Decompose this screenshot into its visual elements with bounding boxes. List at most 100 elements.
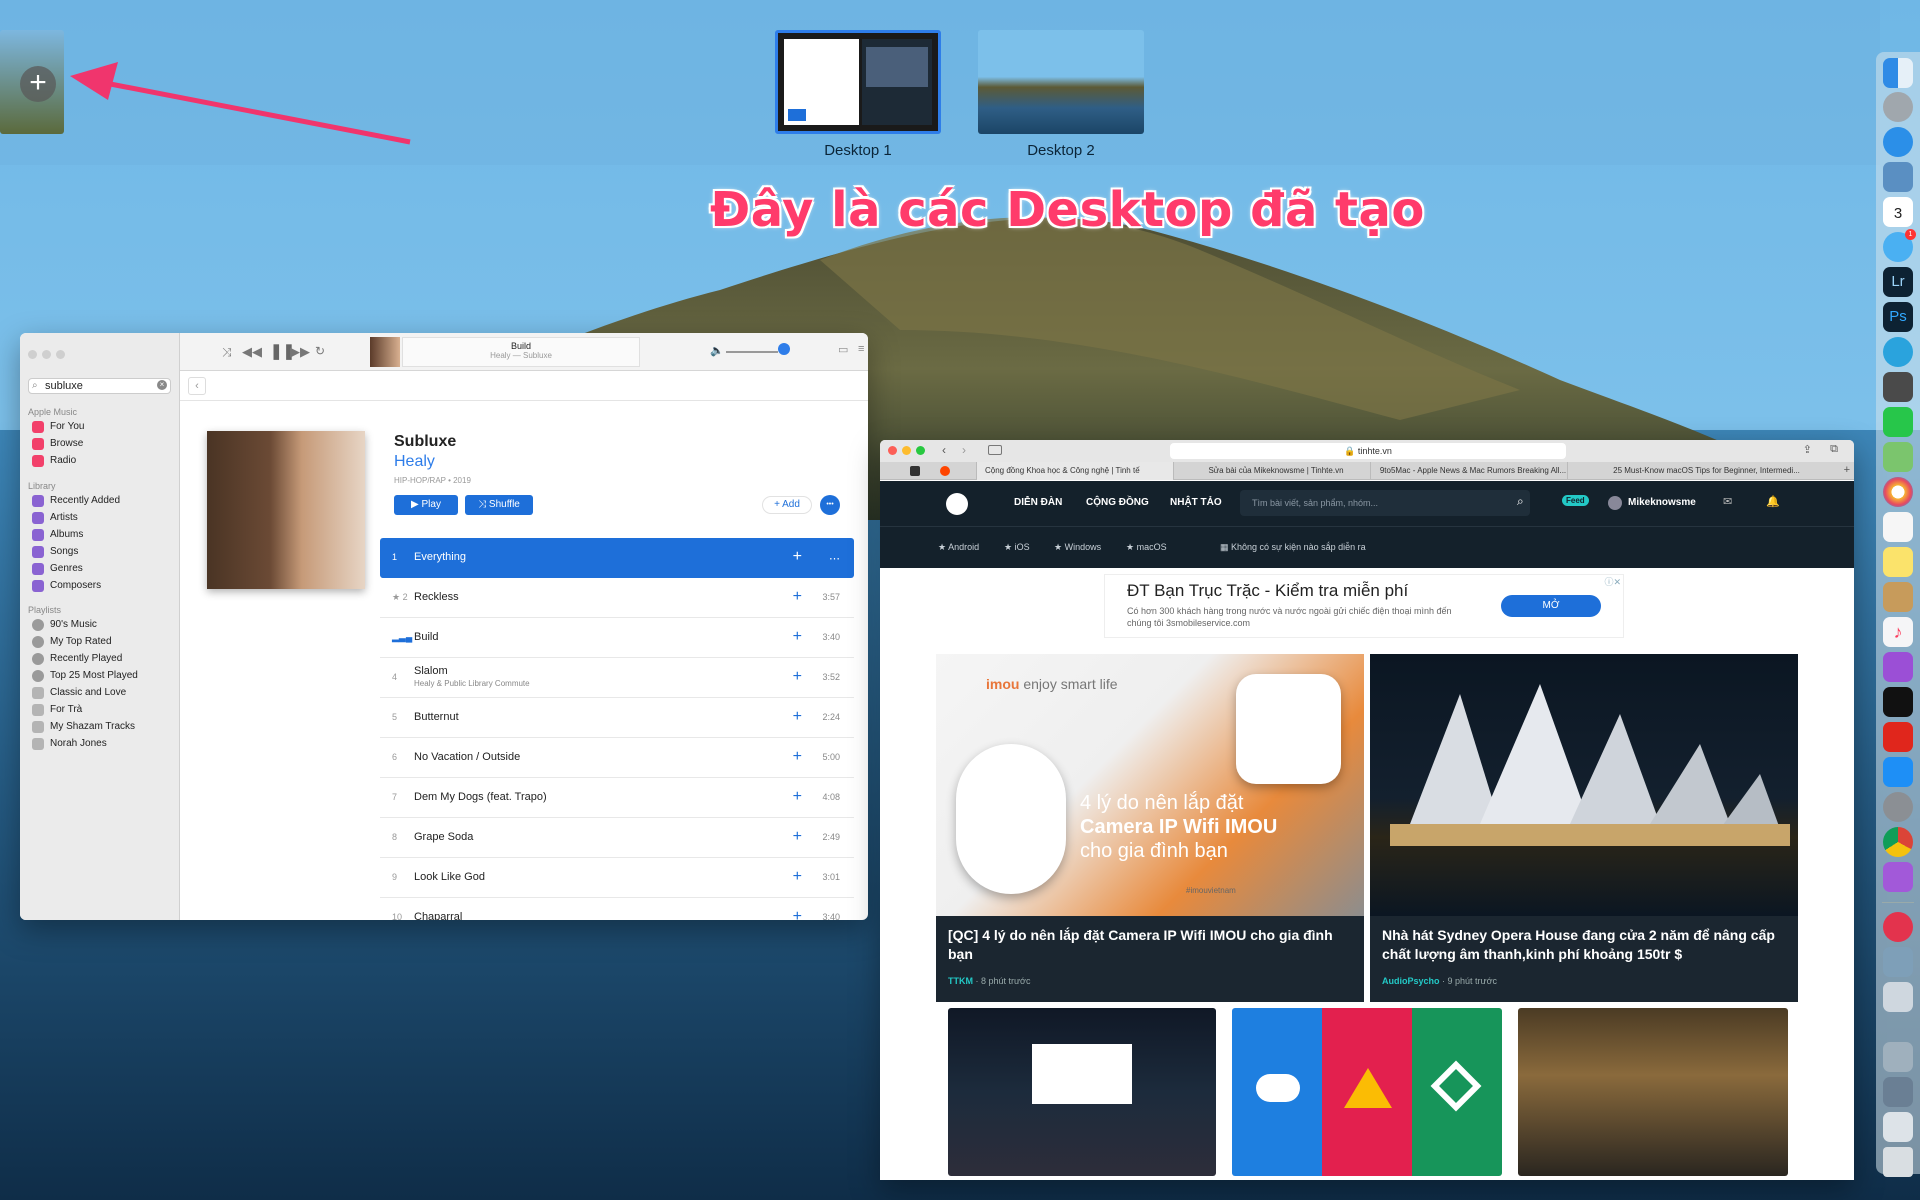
system-preferences-icon[interactable]	[1883, 792, 1913, 822]
user-avatar[interactable]	[1608, 496, 1622, 510]
telegram-icon[interactable]	[1883, 337, 1913, 367]
next-icon[interactable]: ▶▶	[290, 344, 310, 360]
article-card[interactable]: imou enjoy smart life 4 lý do nên lắp đặ…	[936, 654, 1364, 1002]
final-cut-icon[interactable]	[1883, 372, 1913, 402]
feedback-icon[interactable]	[1883, 862, 1913, 892]
article-card[interactable]: Nhà hát Sydney Opera House đang cửa 2 nă…	[1370, 654, 1798, 1002]
share-icon[interactable]: ⇪	[1803, 443, 1812, 456]
podcasts-icon[interactable]	[1883, 652, 1913, 682]
playlist-item[interactable]: My Top Rated	[32, 634, 172, 650]
sidebar-item-albums[interactable]: Albums	[32, 527, 172, 543]
music-search-field[interactable]: ⌕ subluxe ×	[28, 378, 171, 394]
nav-forum[interactable]: DIỄN ĐÀN	[1014, 497, 1062, 508]
now-playing-panel[interactable]: Build Healy — Subluxe	[402, 337, 640, 367]
tab-macos-tips[interactable]: 25 Must-Know macOS Tips for Beginner, In…	[1567, 462, 1837, 480]
track-row[interactable]: 9 Look Like God +3:01	[380, 858, 854, 898]
feed-badge[interactable]: Feed	[1562, 495, 1589, 506]
sidebar-icon[interactable]	[988, 445, 1002, 455]
article-thumbnail[interactable]	[1518, 1008, 1788, 1176]
sidebar-item-browse[interactable]: Browse	[32, 436, 172, 452]
facetime-icon[interactable]	[1883, 407, 1913, 437]
add-desktop-button[interactable]: +	[20, 66, 56, 102]
playlist-item[interactable]: For Trà	[32, 702, 172, 718]
sidebar-item-composers[interactable]: Composers	[32, 578, 172, 594]
desktop-2-thumbnail[interactable]	[978, 30, 1144, 134]
username[interactable]: Mikeknowsme	[1628, 497, 1696, 508]
minimize-button[interactable]	[902, 446, 911, 455]
add-track-icon[interactable]: +	[793, 828, 802, 846]
volume-slider[interactable]	[726, 351, 778, 353]
minimize-button[interactable]	[42, 350, 51, 359]
add-track-icon[interactable]: +	[793, 708, 802, 726]
photos-icon[interactable]	[1883, 477, 1913, 507]
stack-icon[interactable]	[1883, 1077, 1913, 1107]
nav-community[interactable]: CỘNG ĐỒNG	[1086, 497, 1149, 508]
add-desktop-thumbnail[interactable]: +	[0, 30, 64, 134]
zoom-button[interactable]	[916, 446, 925, 455]
play-button[interactable]: ▶ Play	[394, 495, 458, 515]
bell-icon[interactable]: 🔔	[1766, 495, 1780, 508]
track-row[interactable]: 5 Butternut +2:24	[380, 698, 854, 738]
tinhte-logo[interactable]	[946, 493, 968, 515]
airplay-icon[interactable]	[778, 343, 790, 355]
ad-open-button[interactable]: MỞ	[1501, 595, 1601, 617]
site-search-input[interactable]: Tìm bài viết, sản phẩm, nhóm...	[1240, 490, 1530, 516]
add-track-icon[interactable]: +	[793, 868, 802, 886]
music-icon[interactable]: ♪	[1883, 617, 1913, 647]
notes-icon[interactable]	[1883, 547, 1913, 577]
repeat-icon[interactable]: ↻	[315, 344, 325, 358]
zoom-button[interactable]	[56, 350, 65, 359]
shuffle-icon[interactable]: ⤨	[222, 345, 232, 360]
sidebar-item-recently-added[interactable]: Recently Added	[32, 493, 172, 509]
subnav-windows[interactable]: ★ Windows	[1054, 542, 1101, 553]
playlist-item[interactable]: My Shazam Tracks	[32, 719, 172, 735]
queue-icon[interactable]: ≡	[858, 343, 864, 355]
add-track-icon[interactable]: +	[793, 668, 802, 686]
books-icon[interactable]	[1883, 582, 1913, 612]
article-thumbnail[interactable]	[948, 1008, 1216, 1176]
track-row[interactable]: 8 Grape Soda +2:49	[380, 818, 854, 858]
subnav-macos[interactable]: ★ macOS	[1126, 542, 1167, 553]
album-artist[interactable]: Healy	[394, 453, 435, 471]
trash-icon[interactable]	[1883, 1147, 1913, 1177]
tabs-overview-icon[interactable]: ⧉	[1830, 443, 1838, 456]
playlist-item[interactable]: Classic and Love	[32, 685, 172, 701]
sidebar-item-radio[interactable]: Radio	[32, 453, 172, 469]
more-button[interactable]: •••	[820, 495, 840, 515]
add-track-icon[interactable]: +	[793, 788, 802, 806]
address-bar[interactable]: 🔒 tinhte.vn	[1170, 443, 1566, 459]
chrome-icon[interactable]	[1883, 827, 1913, 857]
track-row[interactable]: 7 Dem My Dogs (feat. Trapo) +4:08	[380, 778, 854, 818]
shuffle-button[interactable]: ⤨ Shuffle	[465, 495, 533, 515]
ad-close-icon[interactable]: ⓘ✕	[1604, 575, 1621, 588]
article-thumbnail[interactable]	[1232, 1008, 1502, 1176]
track-more-icon[interactable]: ⋯	[829, 552, 840, 565]
messages-icon[interactable]: 1	[1883, 229, 1916, 262]
playlist-item[interactable]: Norah Jones	[32, 736, 172, 752]
add-track-icon[interactable]: +	[793, 908, 802, 920]
preview-icon[interactable]	[1883, 162, 1913, 192]
track-row[interactable]: ▂▃▄ Build +3:40	[380, 618, 854, 658]
add-button[interactable]: + Add	[762, 496, 812, 514]
track-row[interactable]: 10 Chaparral +3:40	[380, 898, 854, 920]
track-row[interactable]: 6 No Vacation / Outside +5:00	[380, 738, 854, 778]
track-row-selected[interactable]: 1 Everything + ⋯	[380, 538, 854, 578]
app-store-icon[interactable]	[1883, 757, 1913, 787]
sidebar-item-genres[interactable]: Genres	[32, 561, 172, 577]
playlist-item[interactable]: Recently Played	[32, 651, 172, 667]
back-button[interactable]: ‹	[188, 377, 206, 395]
nav-nhat-tao[interactable]: NHẬT TẢO	[1170, 497, 1222, 508]
lightroom-icon[interactable]: Lr	[1883, 267, 1913, 297]
sidebar-item-artists[interactable]: Artists	[32, 510, 172, 526]
stack-icon[interactable]	[1883, 1112, 1913, 1142]
tab-tinhte[interactable]: Cộng đồng Khoa học & Công nghệ | Tinh tế	[976, 462, 1173, 480]
previous-icon[interactable]: ◀◀	[242, 344, 262, 360]
add-track-icon[interactable]: +	[793, 628, 802, 646]
close-button[interactable]	[28, 350, 37, 359]
article-title[interactable]: [QC] 4 lý do nên lắp đặt Camera IP Wifi …	[948, 926, 1348, 964]
finder-icon[interactable]	[1883, 58, 1913, 88]
maps-icon[interactable]	[1883, 442, 1913, 472]
tab-9to5mac[interactable]: 9to5Mac - Apple News & Mac Rumors Breaki…	[1370, 462, 1567, 480]
apple-tv-icon[interactable]	[1883, 687, 1913, 717]
mail-icon[interactable]: ✉	[1723, 495, 1732, 508]
